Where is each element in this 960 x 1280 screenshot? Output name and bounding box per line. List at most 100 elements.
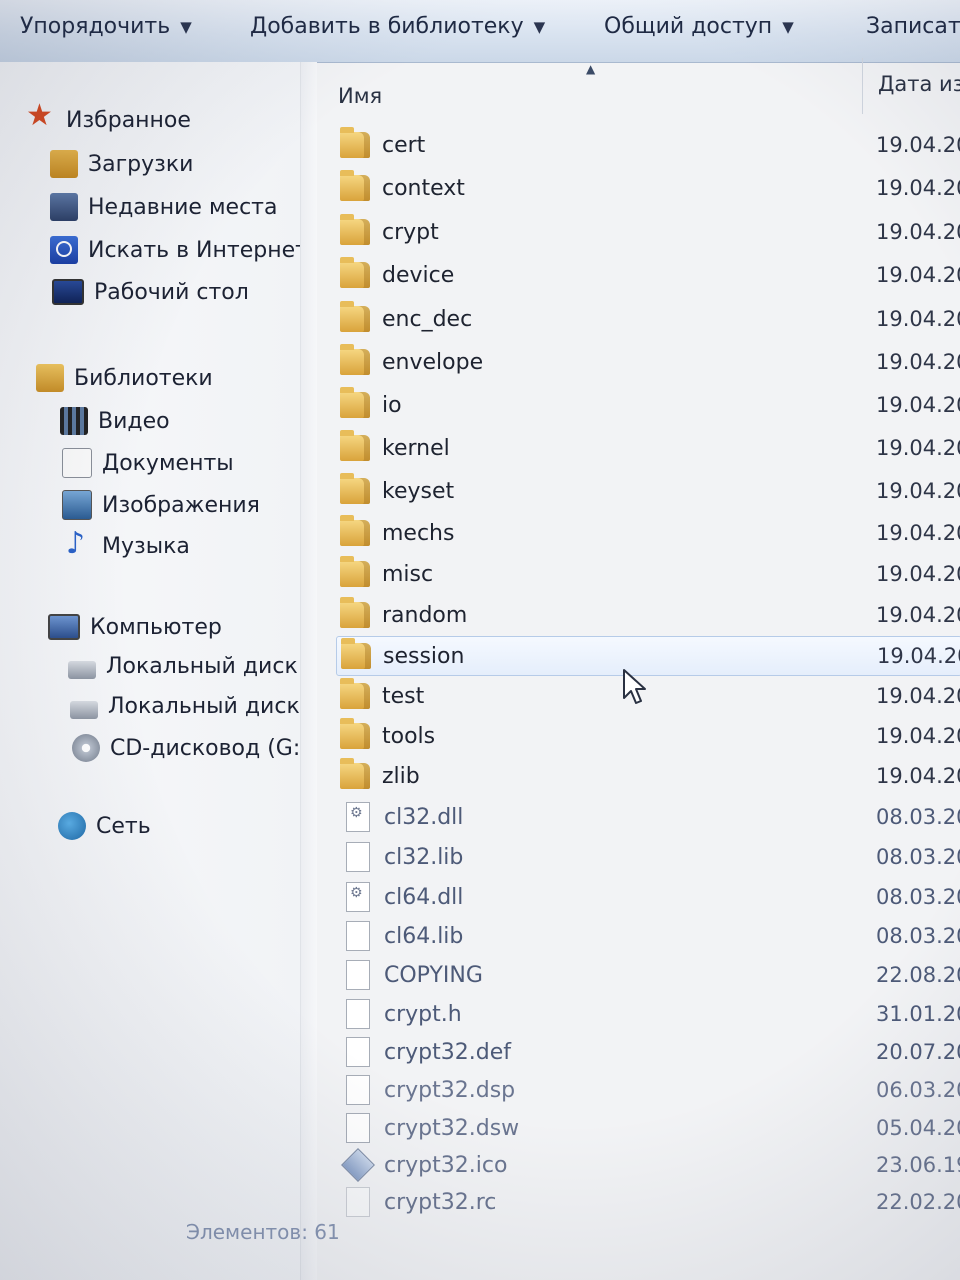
file-name: io <box>382 392 402 418</box>
list-item[interactable]: test 19.04.20 <box>336 677 960 715</box>
list-item[interactable]: crypt 19.04.20 <box>336 213 960 251</box>
file-date: 19.04.20 <box>876 176 960 200</box>
share-label: Общий доступ <box>604 14 773 39</box>
star-icon <box>26 98 56 134</box>
nav-item-label: CD-дисковод (G:) <box>110 735 300 761</box>
nav-item-label: Локальный диск (D <box>108 694 300 719</box>
add-to-library-button[interactable]: Добавить в библиотеку ▼ <box>250 14 545 39</box>
list-item[interactable]: kernel 19.04.20 <box>336 429 960 467</box>
file-date: 08.03.201 <box>876 924 960 948</box>
list-item[interactable]: mechs 19.04.20 <box>336 514 960 552</box>
libraries-icon <box>36 364 64 392</box>
list-item[interactable]: envelope 19.04.20 <box>336 343 960 381</box>
file-date: 19.04.20 <box>876 684 960 708</box>
file-name: envelope <box>382 349 484 375</box>
file-date: 05.04.2006 <box>876 1116 960 1140</box>
folder-icon <box>340 430 370 461</box>
list-item[interactable]: enc_dec 19.04.20 <box>336 300 960 338</box>
nav-item-local-disk-c[interactable]: Локальный диск (C <box>68 654 300 679</box>
file-name: crypt32.dsw <box>384 1115 520 1141</box>
nav-item-cd-drive[interactable]: CD-дисковод (G:) <box>72 734 300 762</box>
file-date: 19.04.20 <box>876 603 960 627</box>
file-name: misc <box>382 561 434 587</box>
list-item[interactable]: cl64.lib 08.03.201 <box>336 917 960 955</box>
list-item[interactable]: cert 19.04.20 <box>336 126 960 164</box>
file-name: cl32.lib <box>384 844 464 870</box>
list-item[interactable]: crypt32.ico 23.06.1997 <box>336 1146 960 1184</box>
list-item[interactable]: keyset 19.04.20 <box>336 472 960 510</box>
nav-network-label: Сеть <box>96 813 151 839</box>
column-header-name[interactable]: Имя <box>338 84 382 108</box>
column-header-date[interactable]: Дата из <box>878 72 960 96</box>
file-name: crypt32.rc <box>384 1189 497 1215</box>
nav-libraries[interactable]: Библиотеки <box>36 364 213 392</box>
documents-icon <box>62 448 92 478</box>
file-icon <box>346 921 370 951</box>
nav-item-label: Видео <box>98 408 170 434</box>
list-item[interactable]: cl64.dll 08.03.201 <box>336 878 960 916</box>
file-name: context <box>382 175 465 201</box>
nav-item-downloads[interactable]: Загрузки <box>50 150 193 178</box>
column-separator[interactable] <box>862 58 863 114</box>
chevron-down-icon: ▼ <box>533 17 546 36</box>
list-item[interactable]: crypt32.dsw 05.04.2006 <box>336 1109 960 1147</box>
list-item[interactable]: random 19.04.20 <box>336 596 960 634</box>
nav-item-recent-places[interactable]: Недавние места <box>50 193 277 221</box>
nav-network[interactable]: Сеть <box>58 812 151 840</box>
nav-item-search-internet[interactable]: Искать в Интернете <box>50 236 300 264</box>
list-item[interactable]: misc 19.04.20 <box>336 555 960 593</box>
computer-icon <box>48 614 80 640</box>
file-name: device <box>382 262 455 288</box>
folder-icon <box>340 257 370 288</box>
folder-icon <box>340 718 370 749</box>
dll-file-icon <box>346 802 370 832</box>
file-date: 19.04.20 <box>876 764 960 788</box>
folder-icon <box>340 515 370 546</box>
folder-icon <box>340 301 370 332</box>
organize-button[interactable]: Упорядочить ▼ <box>20 14 192 39</box>
nav-item-desktop[interactable]: Рабочий стол <box>52 279 249 305</box>
nav-item-music[interactable]: Музыка <box>64 526 190 561</box>
burn-button[interactable]: Записат <box>866 14 960 39</box>
list-item[interactable]: crypt32.def 20.07.2011 <box>336 1033 960 1071</box>
list-item[interactable]: tools 19.04.20 <box>336 717 960 755</box>
file-date: 19.04.20 <box>876 479 960 503</box>
nav-computer[interactable]: Компьютер <box>48 614 222 640</box>
desktop-icon <box>52 279 84 305</box>
nav-item-label: Рабочий стол <box>94 279 249 305</box>
list-item[interactable]: crypt32.dsp 06.03.2019 <box>336 1071 960 1109</box>
list-item[interactable]: crypt32.rc 22.02.2019 <box>336 1183 960 1221</box>
music-icon <box>64 526 92 561</box>
nav-item-local-disk-d[interactable]: Локальный диск (D <box>70 694 300 719</box>
list-item-hovered[interactable]: session 19.04.20 <box>336 636 960 676</box>
file-name: cl64.lib <box>384 923 464 949</box>
list-item[interactable]: device 19.04.20 <box>336 256 960 294</box>
nav-item-documents[interactable]: Документы <box>62 448 234 478</box>
nav-item-images[interactable]: Изображения <box>62 490 260 520</box>
list-item[interactable]: context 19.04.20 <box>336 169 960 207</box>
file-date: 19.04.20 <box>876 436 960 460</box>
nav-favorites[interactable]: Избранное <box>26 98 191 134</box>
chevron-down-icon: ▼ <box>180 17 192 36</box>
list-item[interactable]: COPYING 22.08.2018 <box>336 956 960 994</box>
file-date: 31.01.2019 <box>876 1002 960 1026</box>
downloads-folder-icon <box>50 150 78 178</box>
file-name: crypt32.def <box>384 1039 511 1065</box>
list-item[interactable]: cl32.lib 08.03.201 <box>336 838 960 876</box>
folder-icon <box>340 387 370 418</box>
nav-item-label: Изображения <box>102 492 260 518</box>
list-item[interactable]: crypt.h 31.01.2019 <box>336 995 960 1033</box>
file-name: crypt <box>382 219 439 245</box>
list-item[interactable]: cl32.dll 08.03.201 <box>336 798 960 836</box>
list-item[interactable]: zlib 19.04.20 <box>336 757 960 795</box>
list-item[interactable]: io 19.04.20 <box>336 386 960 424</box>
pane-splitter[interactable] <box>300 62 317 1280</box>
file-name: tools <box>382 723 436 749</box>
images-icon <box>62 490 92 520</box>
hard-disk-icon <box>70 700 98 719</box>
file-name: enc_dec <box>382 306 473 332</box>
file-date: 19.04.20 <box>876 307 960 331</box>
nav-item-video[interactable]: Видео <box>60 407 170 435</box>
file-icon <box>346 999 370 1029</box>
share-button[interactable]: Общий доступ ▼ <box>604 14 794 39</box>
